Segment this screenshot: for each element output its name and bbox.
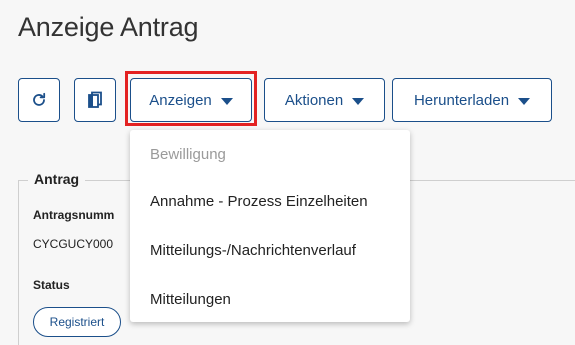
application-number-label: Antragsnumm [33,208,115,222]
page: Anzeige Antrag Anzeigen Aktionen Herunte… [0,0,575,345]
copy-button[interactable] [74,78,116,122]
menu-item-messages[interactable]: Mitteilungen [150,291,231,308]
caret-down-icon [518,97,531,105]
download-dropdown-button[interactable]: Herunterladen [392,78,552,122]
caret-down-icon [220,97,233,105]
refresh-icon [33,92,46,106]
copy-icon [88,91,102,108]
caret-down-icon [352,97,365,105]
status-label: Status [33,278,70,292]
status-badge-text: Registriert [49,315,105,329]
refresh-button[interactable] [18,78,60,122]
page-title: Anzeige Antrag [18,12,199,42]
menu-item-bewilligung: Bewilligung [150,146,226,163]
panel-legend: Antrag [28,171,86,187]
application-number-value: CYCGUCY000 [33,237,114,251]
menu-item-process-details[interactable]: Annahme - Prozess Einzelheiten [150,193,368,210]
status-badge: Registriert [33,307,121,337]
actions-dropdown-button[interactable]: Aktionen [264,78,385,122]
menu-item-message-history[interactable]: Mitteilungs-/Nachrichtenverlauf [150,242,356,259]
view-dropdown-menu: Bewilligung Annahme - Prozess Einzelheit… [130,130,410,322]
download-button-label: Herunterladen [413,91,510,109]
actions-button-label: Aktionen [284,91,344,109]
view-dropdown-button[interactable]: Anzeigen [130,78,252,122]
view-button-label: Anzeigen [149,91,212,109]
